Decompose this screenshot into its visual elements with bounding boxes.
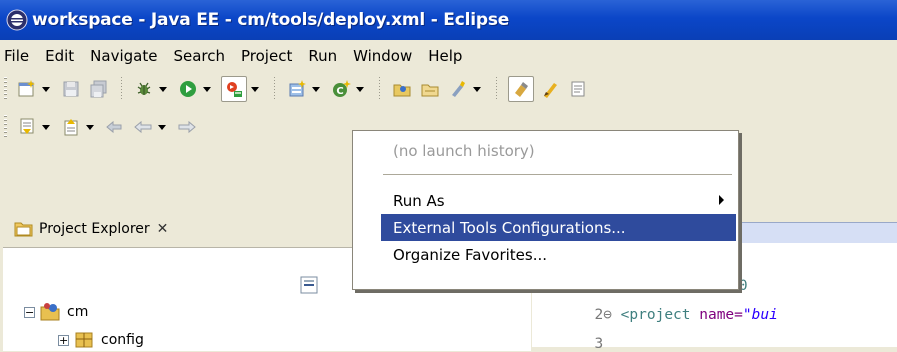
expand-expander[interactable]: +	[58, 334, 69, 346]
window-title: workspace - Java EE - cm/tools/deploy.xm…	[32, 10, 510, 30]
collapse-expander[interactable]: −	[24, 306, 35, 318]
code-line-3: 3	[577, 320, 603, 352]
external-tools-icon[interactable]	[221, 76, 247, 102]
new-java-class-icon[interactable]: C	[330, 78, 352, 100]
tree-item-label: cm	[67, 304, 89, 320]
tree-item-cm[interactable]: − cm	[24, 302, 88, 322]
save-all-icon[interactable]	[88, 78, 110, 100]
external-tools-dropdown-menu: (no launch history) Run As External Tool…	[352, 130, 739, 290]
submenu-arrow-icon	[719, 195, 724, 205]
package-folder-icon	[75, 332, 93, 348]
next-annotation-dropdown-icon[interactable]	[41, 116, 51, 138]
open-type-icon[interactable]	[391, 78, 413, 100]
tab-label: Project Explorer	[39, 221, 150, 237]
back-icon[interactable]	[132, 116, 154, 138]
fold-icon[interactable]: ⊖	[603, 307, 612, 323]
code-string: "bui	[742, 307, 778, 323]
menu-item-label: Run As	[393, 191, 445, 210]
menu-item-run-as[interactable]: Run As	[381, 187, 736, 214]
previous-annotation-dropdown-icon[interactable]	[85, 116, 95, 138]
code-attr: name=	[690, 307, 743, 323]
run-icon[interactable]	[177, 78, 199, 100]
toolbar-separator	[379, 77, 380, 101]
menu-icon-strip	[353, 131, 381, 289]
open-task-icon[interactable]	[419, 78, 441, 100]
toolbar-separator	[496, 77, 497, 101]
menu-item-label: Organize Favorites...	[393, 245, 548, 264]
code-tag: <project	[620, 307, 691, 323]
next-annotation-icon[interactable]	[16, 116, 38, 138]
eclipse-app-icon	[6, 9, 28, 31]
tree-item-label: config	[101, 332, 144, 348]
run-dropdown-icon[interactable]	[202, 78, 212, 100]
menu-file[interactable]: File	[0, 47, 37, 65]
last-edit-location-icon[interactable]	[104, 116, 126, 138]
menu-item-external-tools-configurations[interactable]: External Tools Configurations...	[381, 214, 736, 241]
menu-bar: File Edit Navigate Search Project Run Wi…	[0, 42, 897, 70]
title-bar: workspace - Java EE - cm/tools/deploy.xm…	[0, 0, 897, 40]
toggle-mark-occurrences-icon[interactable]	[508, 76, 534, 102]
external-tools-dropdown-icon[interactable]	[250, 78, 260, 100]
collapse-all-icon[interactable]	[300, 276, 318, 294]
tab-project-explorer[interactable]: Project Explorer ✕	[8, 212, 178, 246]
project-folder-icon	[40, 303, 60, 321]
search-icon[interactable]	[447, 78, 469, 100]
code-line-2: 2⊖ <project name="bui	[577, 291, 778, 323]
tree-item-config[interactable]: + config	[58, 330, 144, 350]
menu-window[interactable]: Window	[345, 47, 420, 65]
menu-item-label: External Tools Configurations...	[393, 218, 626, 237]
main-toolbar: C	[0, 72, 897, 106]
menu-item-no-launch-history: (no launch history)	[381, 137, 736, 164]
menu-help[interactable]: Help	[420, 47, 470, 65]
new-dropdown-icon[interactable]	[41, 78, 51, 100]
close-icon[interactable]: ✕	[157, 221, 169, 237]
highlight-icon[interactable]	[540, 78, 562, 100]
toolbar-separator	[274, 77, 275, 101]
menu-item-label: (no launch history)	[393, 141, 535, 160]
menu-search[interactable]: Search	[165, 47, 233, 65]
debug-icon[interactable]	[133, 78, 155, 100]
menu-item-organize-favorites[interactable]: Organize Favorites...	[381, 241, 736, 268]
back-dropdown-icon[interactable]	[157, 116, 167, 138]
menu-separator	[383, 174, 732, 175]
save-icon[interactable]	[60, 78, 82, 100]
new-server-dropdown-icon[interactable]	[311, 78, 321, 100]
menu-run[interactable]: Run	[300, 47, 345, 65]
svg-text:C: C	[336, 86, 343, 97]
toolbar-grip[interactable]	[4, 115, 7, 139]
debug-dropdown-icon[interactable]	[158, 78, 168, 100]
toolbar-separator	[121, 77, 122, 101]
toolbar-grip[interactable]	[4, 77, 7, 101]
menu-edit[interactable]: Edit	[37, 47, 82, 65]
line-number: 3	[594, 336, 604, 352]
edit-icon[interactable]	[568, 78, 590, 100]
new-java-class-dropdown-icon[interactable]	[355, 78, 365, 100]
previous-annotation-icon[interactable]	[60, 116, 82, 138]
search-dropdown-icon[interactable]	[472, 78, 482, 100]
new-wizard-icon[interactable]	[16, 78, 38, 100]
forward-icon[interactable]	[176, 116, 198, 138]
menu-project[interactable]: Project	[233, 47, 300, 65]
folder-icon	[14, 220, 34, 238]
new-server-icon[interactable]	[286, 78, 308, 100]
menu-navigate[interactable]: Navigate	[82, 47, 165, 65]
